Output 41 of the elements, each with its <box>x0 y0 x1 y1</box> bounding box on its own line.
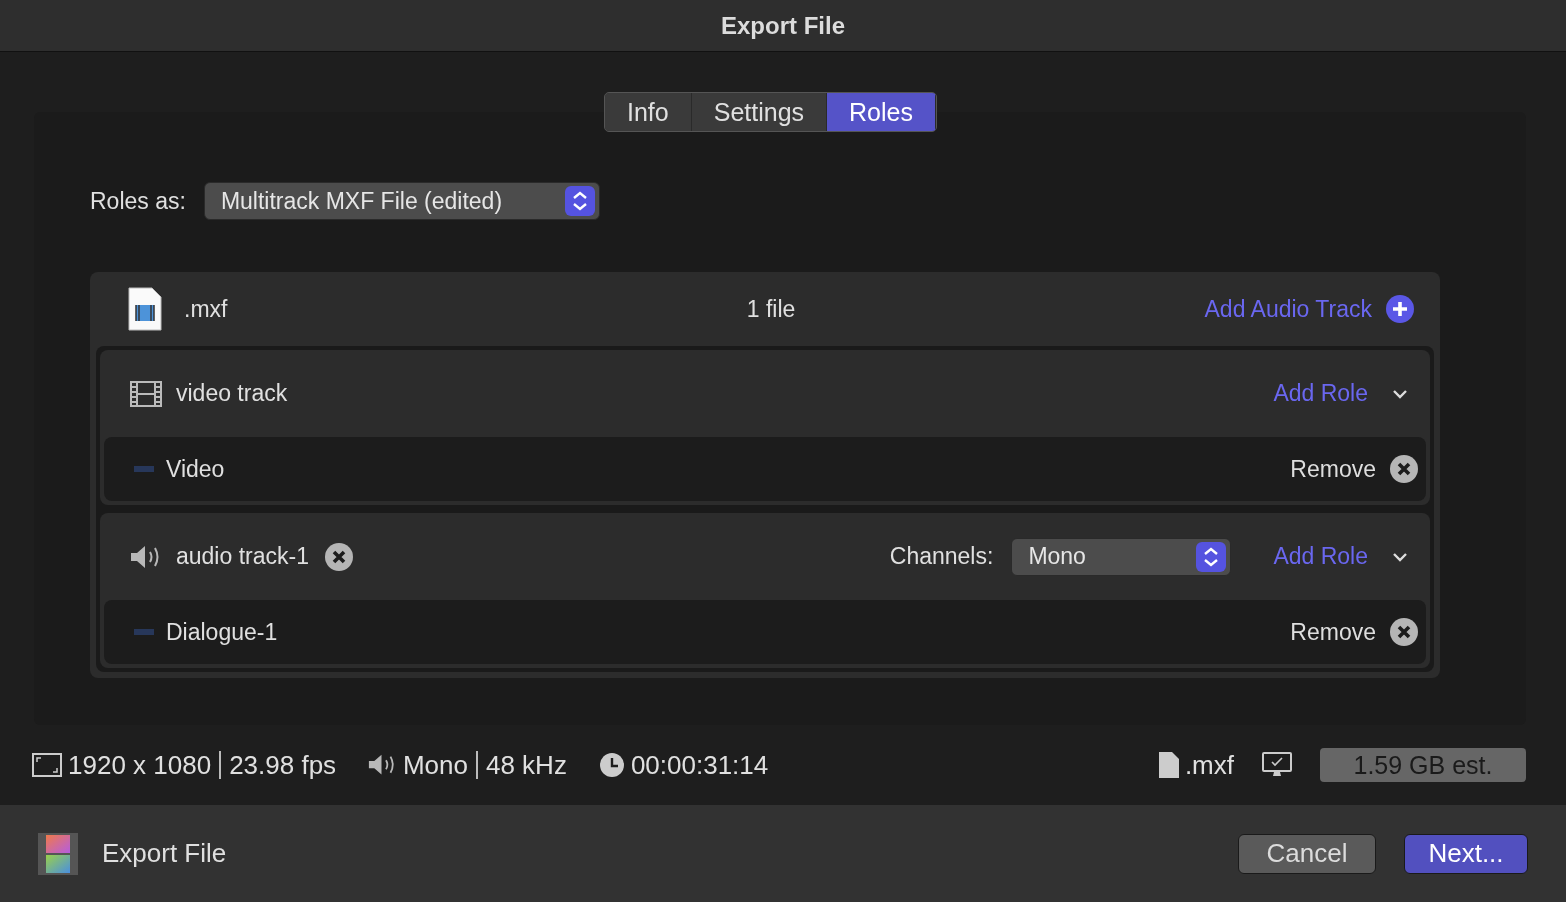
chevron-down-icon[interactable] <box>1392 388 1408 399</box>
tab[interactable]: Info <box>605 93 692 131</box>
window-title: Export File <box>721 11 845 40</box>
frame-size-icon <box>32 753 62 777</box>
resolution-text: 1920 x 1080 <box>68 749 212 781</box>
audio-channels-text: Mono <box>402 749 468 781</box>
next-button[interactable]: Next... <box>1404 833 1528 874</box>
channels-popup[interactable]: Mono <box>1011 537 1232 576</box>
video-file-icon <box>128 287 162 331</box>
role-name: Dialogue-1 <box>166 618 278 646</box>
sample-rate-text: 48 kHz <box>485 749 567 781</box>
track-name: audio track-1 <box>176 543 309 570</box>
remove-icon[interactable] <box>1390 618 1418 646</box>
remove-role-button[interactable]: Remove <box>1290 455 1376 483</box>
footer-title: Export File <box>102 838 227 869</box>
file-extension: .mxf <box>184 295 228 323</box>
plus-icon[interactable] <box>1386 295 1414 323</box>
remove-role-button[interactable]: Remove <box>1290 618 1376 646</box>
clock-icon <box>598 752 625 778</box>
format-text: .mxf <box>1184 749 1234 781</box>
roles-as-label: Roles as: <box>90 187 186 215</box>
duration-text: 00:00:31:14 <box>630 749 769 781</box>
speaker-icon <box>368 753 397 777</box>
document-icon <box>1158 752 1179 778</box>
film-icon <box>130 380 162 407</box>
stepper-icon <box>1196 541 1227 572</box>
monitor-check-icon <box>1262 752 1292 778</box>
cancel-button[interactable]: Cancel <box>1238 833 1376 874</box>
stepper-icon <box>564 186 595 216</box>
film-frames-icon <box>38 832 78 875</box>
roles-as-popup[interactable]: Multitrack MXF File (edited) <box>203 182 600 220</box>
chevron-down-icon[interactable] <box>1392 551 1408 562</box>
track-name: video track <box>176 380 288 407</box>
size-estimate: 1.59 GB est. <box>1320 748 1526 782</box>
role-name: Video <box>166 455 225 483</box>
remove-icon[interactable] <box>1390 455 1418 483</box>
tab[interactable]: Roles <box>827 93 936 131</box>
channels-label: Channels: <box>889 543 994 570</box>
frame-rate-text: 23.98 fps <box>229 749 337 781</box>
remove-track-icon[interactable] <box>324 542 353 571</box>
file-count: 1 file <box>746 295 796 323</box>
